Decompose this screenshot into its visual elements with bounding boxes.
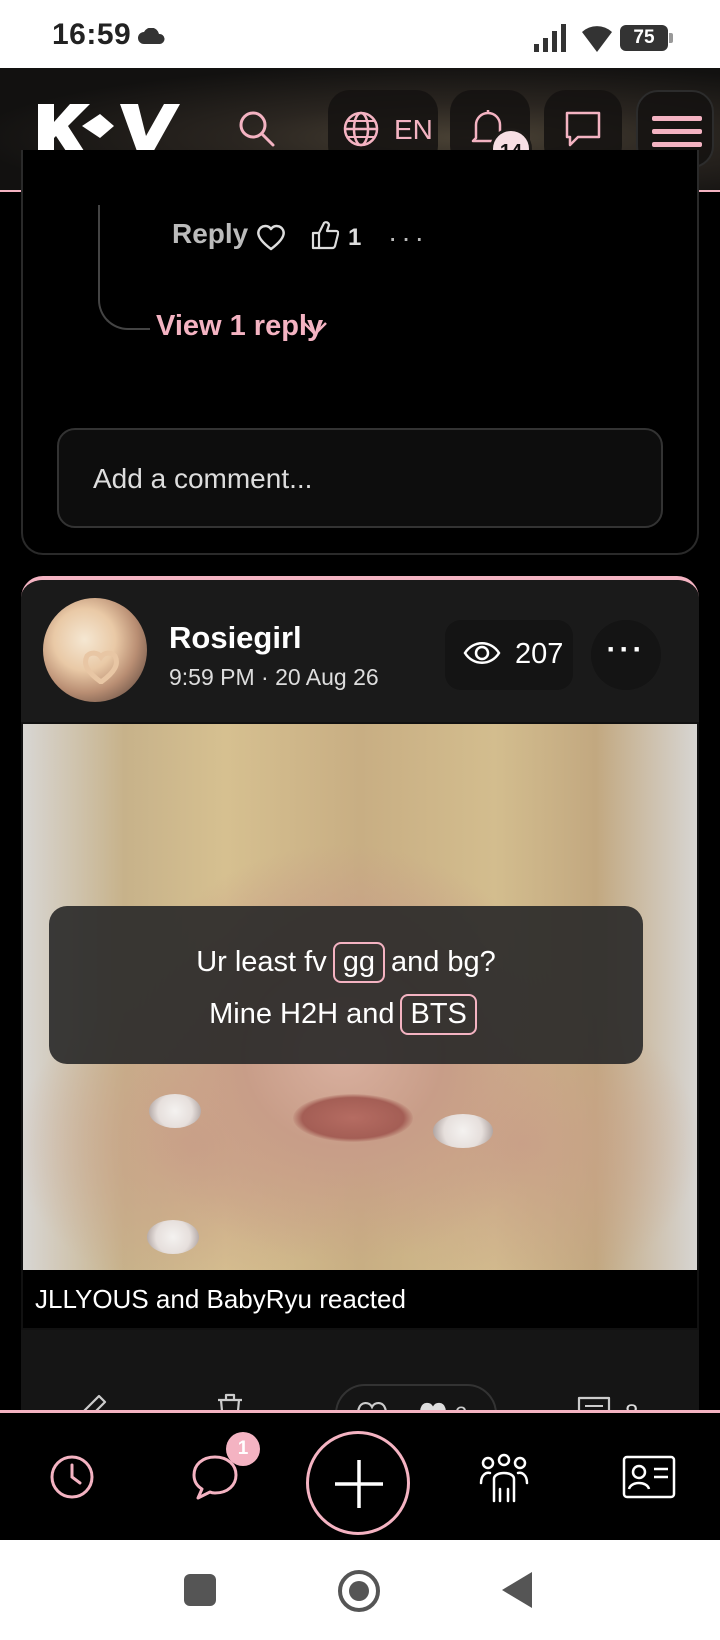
system-navigation-bar bbox=[0, 1540, 720, 1640]
create-post-button[interactable] bbox=[306, 1431, 410, 1535]
heart-icon[interactable] bbox=[255, 222, 287, 252]
chevron-down-icon[interactable] bbox=[302, 320, 328, 338]
community-icon[interactable] bbox=[478, 1453, 530, 1503]
views-counter: 207 bbox=[445, 620, 573, 690]
avatar[interactable] bbox=[43, 598, 147, 702]
globe-icon bbox=[343, 111, 379, 147]
view-replies-link[interactable]: View 1 reply bbox=[156, 310, 323, 343]
post-actions: 2 8 bbox=[21, 1330, 699, 1416]
more-icon: ··· bbox=[606, 633, 646, 666]
comment-placeholder: Add a comment... bbox=[93, 463, 313, 494]
comment-more-icon[interactable]: ··· bbox=[388, 224, 428, 252]
image-nail bbox=[147, 1220, 199, 1254]
thumbs-up-icon[interactable] bbox=[311, 220, 339, 250]
status-time: 16:59 bbox=[52, 18, 132, 51]
like-count: 1 bbox=[348, 224, 362, 251]
image-nail bbox=[433, 1114, 493, 1148]
post-image[interactable]: Ur least fv gg and bg? Mine H2H and BTS bbox=[23, 724, 697, 1270]
image-nail bbox=[149, 1094, 201, 1128]
post-username[interactable]: Rosiegirl bbox=[169, 620, 302, 656]
image-lips bbox=[293, 1094, 413, 1142]
home-button[interactable] bbox=[338, 1570, 380, 1612]
menu-bar-icon bbox=[652, 129, 702, 134]
tag-gg[interactable]: gg bbox=[332, 942, 385, 983]
profile-card-icon[interactable] bbox=[622, 1455, 676, 1499]
clock-icon[interactable] bbox=[48, 1453, 96, 1501]
reactions-summary[interactable]: JLLYOUS and BabyRyu reacted bbox=[23, 1270, 697, 1328]
post-text-overlay: Ur least fv gg and bg? Mine H2H and BTS bbox=[49, 906, 643, 1064]
battery-indicator: 75 bbox=[620, 25, 673, 51]
cloud-icon bbox=[138, 28, 165, 44]
search-icon[interactable] bbox=[236, 108, 276, 148]
menu-bar-icon bbox=[652, 116, 702, 121]
chat-bubble-icon bbox=[565, 111, 601, 147]
post-more-button[interactable]: ··· bbox=[591, 620, 661, 690]
reply-button[interactable]: Reply bbox=[172, 218, 248, 250]
messages-badge: 1 bbox=[226, 1432, 260, 1466]
plus-icon bbox=[335, 1460, 383, 1508]
bottom-navigation bbox=[0, 1410, 720, 1540]
signal-icon bbox=[534, 24, 566, 52]
reacted-text: JLLYOUS and BabyRyu reacted bbox=[35, 1284, 406, 1314]
post-card: Rosiegirl 9:59 PM · 20 Aug 26 207 ··· Ur… bbox=[21, 576, 699, 1416]
menu-bar-icon bbox=[652, 142, 702, 147]
eye-icon bbox=[463, 642, 501, 664]
heart-hands-icon bbox=[83, 650, 119, 684]
status-bar: 16:59 75 bbox=[0, 0, 720, 68]
post-text-line-1: Ur least fv gg and bg? bbox=[49, 942, 643, 983]
post-timestamp: 9:59 PM · 20 Aug 26 bbox=[169, 664, 379, 690]
language-label: EN bbox=[394, 114, 433, 145]
comment-input[interactable]: Add a comment... bbox=[57, 428, 663, 528]
views-count: 207 bbox=[515, 638, 564, 670]
recent-apps-button[interactable] bbox=[184, 1574, 216, 1606]
wifi-icon bbox=[582, 26, 612, 52]
post-text-line-2: Mine H2H and BTS bbox=[49, 994, 643, 1035]
thread-connector bbox=[98, 205, 150, 330]
back-button[interactable] bbox=[502, 1572, 532, 1608]
tag-bts[interactable]: BTS bbox=[400, 994, 477, 1035]
post-header: Rosiegirl 9:59 PM · 20 Aug 26 207 ··· bbox=[21, 580, 699, 722]
